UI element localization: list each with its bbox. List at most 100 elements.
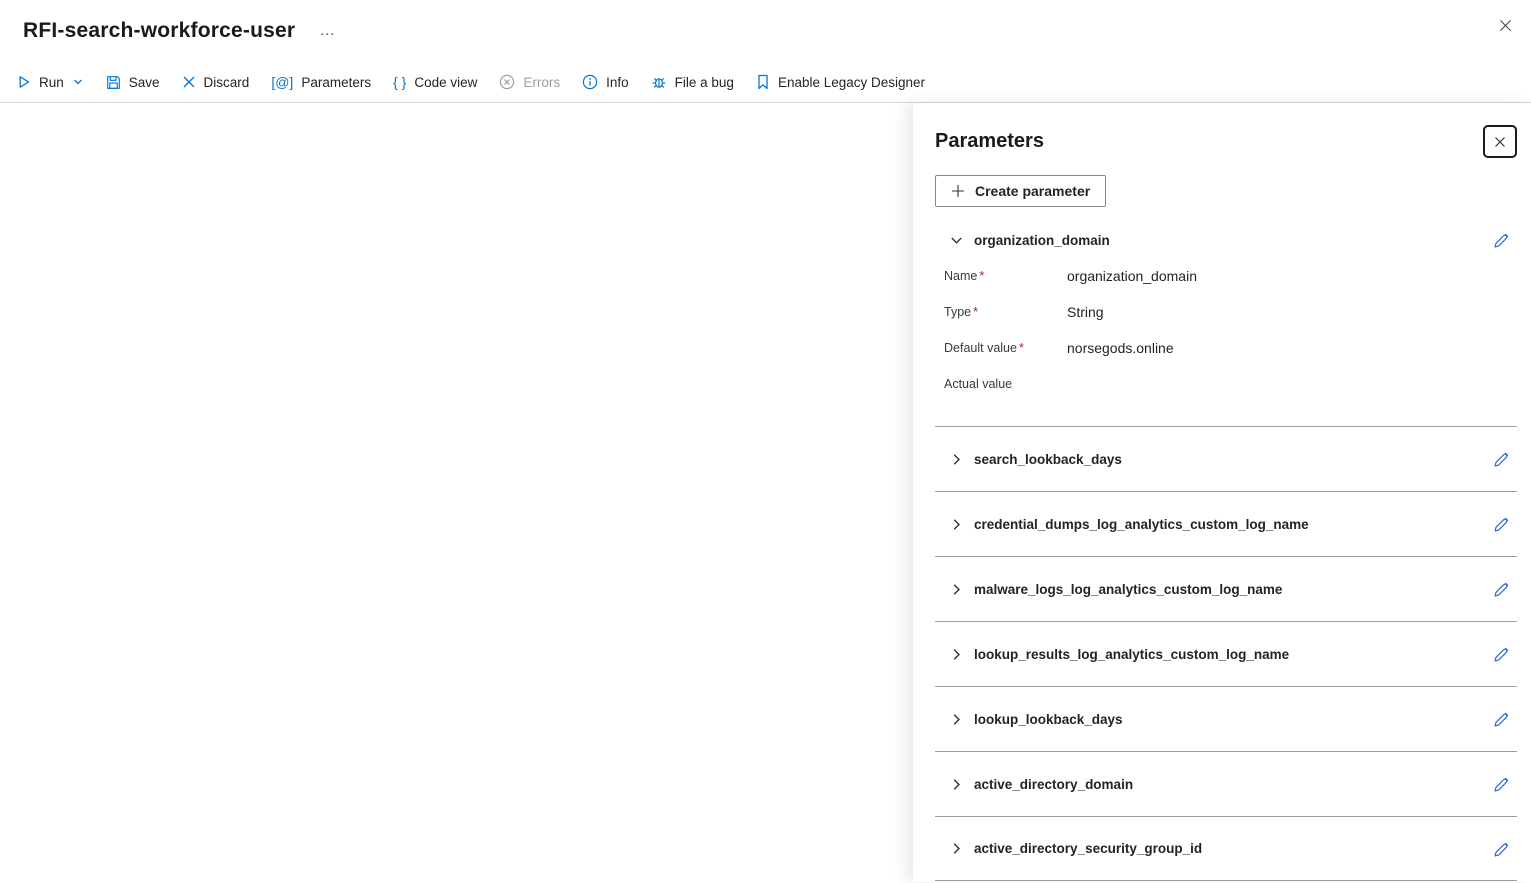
window-close-button[interactable] [1493, 13, 1517, 37]
field-value-default[interactable]: norsegods.online [1067, 340, 1174, 356]
field-value-name[interactable]: organization_domain [1067, 268, 1197, 284]
parameter-row-lookup-lookback-days[interactable]: lookup_lookback_days [935, 686, 1517, 751]
parameter-name: active_directory_domain [974, 777, 1133, 792]
bookmark-icon [756, 74, 770, 90]
parameter-name: credential_dumps_log_analytics_custom_lo… [974, 517, 1309, 532]
parameters-icon: [@] [271, 74, 293, 90]
parameter-name: search_lookback_days [974, 452, 1122, 467]
save-button[interactable]: Save [95, 62, 171, 102]
required-asterisk: * [1019, 341, 1024, 355]
edit-parameter-button[interactable] [1491, 578, 1513, 600]
pencil-icon [1493, 645, 1511, 663]
title-bar: RFI-search-workforce-user … [0, 0, 1531, 62]
pencil-icon [1493, 231, 1511, 249]
discard-icon [182, 75, 196, 89]
chevron-right-icon [949, 712, 965, 727]
chevron-down-icon [72, 76, 84, 88]
chevron-right-icon [949, 582, 965, 597]
parameter-name: lookup_lookback_days [974, 712, 1123, 727]
enable-legacy-designer-label: Enable Legacy Designer [778, 75, 925, 90]
pencil-icon [1493, 775, 1511, 793]
pencil-icon [1493, 450, 1511, 468]
required-asterisk: * [973, 305, 978, 319]
code-view-button[interactable]: { } Code view [382, 62, 488, 102]
file-a-bug-button[interactable]: File a bug [640, 62, 745, 102]
plus-icon [951, 184, 965, 198]
field-label: Default value* [944, 340, 1067, 355]
save-icon [106, 75, 121, 90]
field-value-type[interactable]: String [1067, 304, 1104, 320]
parameter-header-organization-domain[interactable]: organization_domain [935, 229, 1517, 251]
info-icon [582, 74, 598, 90]
run-label: Run [39, 75, 64, 90]
field-default-value: Default value* norsegods.online [944, 340, 1517, 356]
designer-toolbar: Run Save Discard [@] Parameters { } Code… [0, 62, 1531, 103]
field-actual-value: Actual value [944, 376, 1517, 391]
ellipsis-menu-button[interactable]: … [315, 22, 341, 40]
field-label: Actual value [944, 376, 1067, 391]
discard-button[interactable]: Discard [171, 62, 261, 102]
pencil-icon [1493, 515, 1511, 533]
parameter-row-active-directory-domain[interactable]: active_directory_domain [935, 751, 1517, 816]
parameter-section-organization-domain: organization_domain Name* organization_d… [935, 229, 1517, 426]
play-icon [17, 75, 31, 89]
parameters-label: Parameters [301, 75, 371, 90]
parameter-name: active_directory_security_group_id [974, 841, 1202, 856]
create-parameter-label: Create parameter [975, 183, 1090, 199]
file-a-bug-label: File a bug [675, 75, 734, 90]
parameters-button[interactable]: [@] Parameters [260, 62, 382, 102]
parameter-row-active-directory-security-group-id[interactable]: active_directory_security_group_id [935, 816, 1517, 881]
chevron-right-icon [949, 777, 965, 792]
field-name: Name* organization_domain [944, 268, 1517, 284]
parameter-row-lookup-results-log-name[interactable]: lookup_results_log_analytics_custom_log_… [935, 621, 1517, 686]
run-button[interactable]: Run [6, 62, 95, 102]
parameters-panel: Parameters Create parameter organizat [913, 103, 1531, 882]
parameter-name: malware_logs_log_analytics_custom_log_na… [974, 582, 1282, 597]
edit-parameter-button[interactable] [1491, 229, 1513, 251]
chevron-right-icon [949, 647, 965, 662]
code-view-label: Code view [414, 75, 477, 90]
parameter-row-malware-logs-log-name[interactable]: malware_logs_log_analytics_custom_log_na… [935, 556, 1517, 621]
panel-close-button[interactable] [1483, 125, 1517, 158]
edit-parameter-button[interactable] [1491, 448, 1513, 470]
edit-parameter-button[interactable] [1491, 773, 1513, 795]
pencil-icon [1493, 710, 1511, 728]
chevron-right-icon [949, 841, 965, 856]
chevron-right-icon [949, 517, 965, 532]
pencil-icon [1493, 580, 1511, 598]
close-icon [1493, 135, 1507, 149]
edit-parameter-button[interactable] [1491, 513, 1513, 535]
save-label: Save [129, 75, 160, 90]
field-label: Type* [944, 304, 1067, 319]
edit-parameter-button[interactable] [1491, 708, 1513, 730]
pencil-icon [1493, 840, 1511, 858]
field-type: Type* String [944, 304, 1517, 320]
parameter-list: organization_domain Name* organization_d… [935, 229, 1517, 881]
chevron-right-icon [949, 452, 965, 467]
parameter-name: lookup_results_log_analytics_custom_log_… [974, 647, 1289, 662]
page-title: RFI-search-workforce-user [23, 19, 295, 43]
close-icon [1498, 18, 1513, 33]
errors-label: Errors [523, 75, 560, 90]
parameter-row-credential-dumps-log-name[interactable]: credential_dumps_log_analytics_custom_lo… [935, 491, 1517, 556]
edit-parameter-button[interactable] [1491, 643, 1513, 665]
code-view-icon: { } [393, 74, 406, 90]
info-label: Info [606, 75, 629, 90]
chevron-down-icon [949, 233, 965, 248]
bug-icon [651, 74, 667, 90]
discard-label: Discard [204, 75, 250, 90]
enable-legacy-designer-button[interactable]: Enable Legacy Designer [745, 62, 936, 102]
edit-parameter-button[interactable] [1491, 838, 1513, 860]
parameters-panel-header: Parameters [935, 125, 1517, 158]
parameter-name: organization_domain [974, 233, 1110, 248]
main-area: Parameters Create parameter organizat [0, 103, 1531, 882]
errors-button: Errors [488, 62, 571, 102]
parameter-row-search-lookback-days[interactable]: search_lookback_days [935, 426, 1517, 491]
parameter-fields: Name* organization_domain Type* String D… [935, 268, 1517, 419]
errors-icon [499, 74, 515, 90]
field-label: Name* [944, 268, 1067, 283]
required-asterisk: * [979, 269, 984, 283]
create-parameter-button[interactable]: Create parameter [935, 175, 1106, 207]
info-button[interactable]: Info [571, 62, 640, 102]
panel-title: Parameters [935, 130, 1044, 153]
